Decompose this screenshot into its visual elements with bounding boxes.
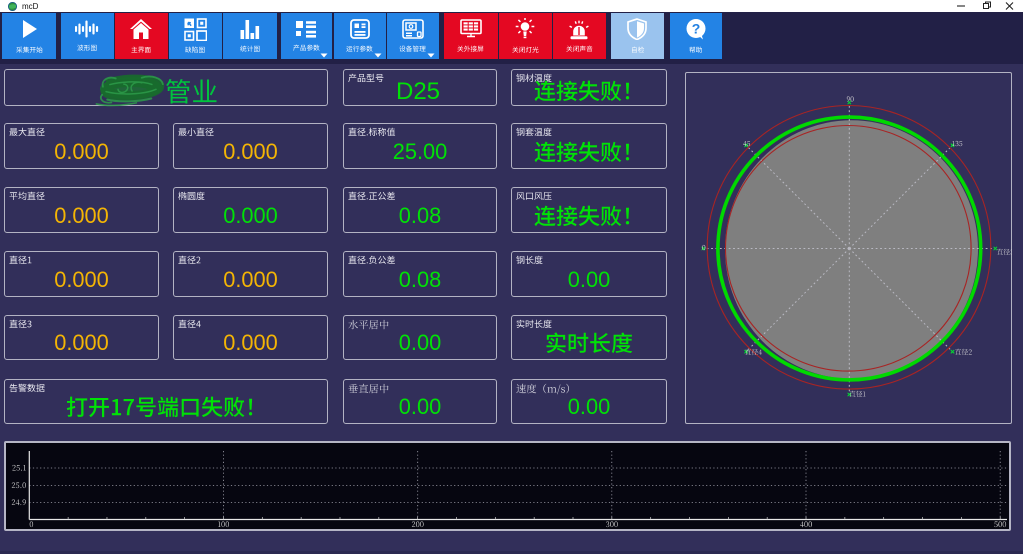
svg-text:?: ? <box>691 20 700 36</box>
